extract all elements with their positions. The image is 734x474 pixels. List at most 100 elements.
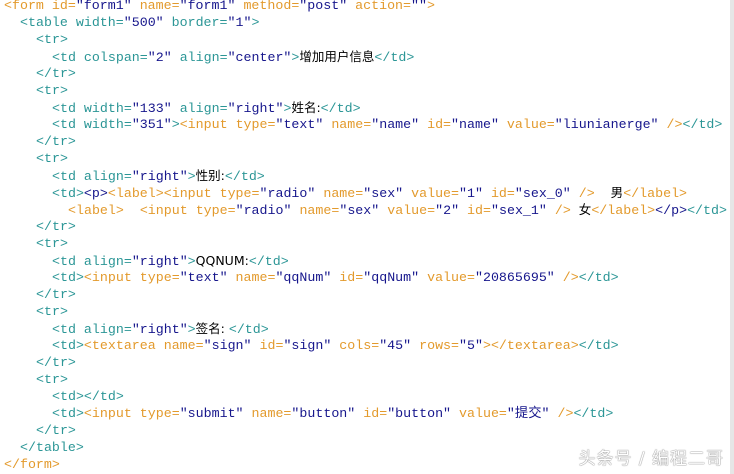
code-value: "5" — [459, 338, 483, 353]
code-attribute: name= — [235, 270, 276, 285]
code-attribute: <input — [163, 186, 220, 201]
code-value: "text" — [275, 117, 332, 132]
code-tag: > — [187, 169, 196, 184]
code-tag: width= — [83, 101, 132, 116]
code-line: <td width="351"><input type="text" name=… — [0, 116, 728, 133]
code-tag: </td> — [83, 389, 124, 404]
code-attribute: id= — [427, 117, 452, 132]
code-tag: <td> — [52, 186, 84, 201]
code-value: "500" — [123, 15, 172, 30]
code-attribute: id= — [339, 270, 364, 285]
code-line: <td align="right">签名: </td> — [0, 320, 728, 337]
vertical-scrollbar[interactable] — [730, 0, 734, 474]
code-tag: <td — [52, 254, 84, 269]
code-attribute: value= — [506, 117, 555, 132]
code-text: 女 — [578, 202, 592, 217]
code-line: <tr> — [0, 371, 728, 388]
code-form-tag: method= — [243, 0, 300, 13]
code-attribute: </textarea> — [490, 338, 579, 353]
code-tag: align= — [179, 101, 228, 116]
code-tag: <tr> — [36, 372, 68, 387]
code-attribute: type= — [139, 270, 180, 285]
code-value: "right" — [131, 322, 188, 337]
code-text: 姓名: — [291, 100, 321, 115]
code-tag: <td> — [52, 270, 84, 285]
code-tag: > — [251, 15, 260, 30]
code-value: "text" — [179, 270, 236, 285]
code-attribute: <label> — [68, 203, 140, 218]
code-attribute: > — [482, 338, 491, 353]
code-tag: </td> — [320, 101, 361, 116]
code-attribute: /> — [562, 270, 579, 285]
code-attribute: type= — [219, 186, 260, 201]
code-attribute: id= — [490, 186, 515, 201]
code-line: <td><input type="submit" name="button" i… — [0, 405, 728, 422]
code-line: <tr> — [0, 31, 728, 48]
code-value: "提交" — [506, 406, 558, 421]
code-line: </tr> — [0, 65, 728, 82]
code-tag: > — [187, 322, 196, 337]
code-attribute: /> — [666, 117, 683, 132]
code-attribute: /> — [557, 406, 574, 421]
code-attribute: type= — [195, 203, 236, 218]
code-value: "name" — [451, 117, 507, 132]
watermark: 头条号 / 编程二哥 — [578, 449, 724, 469]
code-value: "post" — [299, 0, 356, 13]
code-tag: align= — [179, 50, 228, 65]
code-text: 性别: — [195, 168, 225, 183]
code-value: "right" — [131, 254, 188, 269]
code-value: "name" — [371, 117, 428, 132]
code-tag: <tr> — [36, 236, 68, 251]
code-tag: > — [187, 254, 196, 269]
code-tag: <td — [52, 50, 84, 65]
code-line: </tr> — [0, 133, 728, 150]
code-line: <label> <input type="radio" name="sex" v… — [0, 201, 728, 218]
code-attribute: <input — [139, 203, 196, 218]
code-value: "351" — [131, 117, 172, 132]
code-value: "sign" — [283, 338, 340, 353]
code-value: "45" — [379, 338, 420, 353]
code-attribute: <input — [83, 406, 140, 421]
code-tag: </td> — [224, 169, 265, 184]
code-value: "qqNum" — [363, 270, 428, 285]
code-attribute: rows= — [419, 338, 460, 353]
code-line: <td width="133" align="right">姓名:</td> — [0, 99, 728, 116]
code-text: 增加用户信息 — [299, 49, 375, 64]
code-text: 男 — [610, 185, 624, 200]
code-value: "center" — [227, 50, 292, 65]
code-line: <td><input type="text" name="qqNum" id="… — [0, 269, 728, 286]
code-tag: <tr> — [36, 83, 68, 98]
code-line: <td colspan="2" align="center">增加用户信息</t… — [0, 48, 728, 65]
code-value: "sex" — [339, 203, 388, 218]
code-value: "sex_1" — [491, 203, 555, 218]
code-tag: <tr> — [36, 151, 68, 166]
code-tag: <td — [52, 169, 84, 184]
code-tag: </td> — [228, 322, 269, 337]
code-tag: > — [171, 117, 180, 132]
code-editor[interactable]: <form id="form1" name="form1" method="po… — [0, 0, 728, 473]
code-text: QQNUM: — [195, 253, 249, 268]
code-tag: align= — [83, 322, 132, 337]
code-attribute: type= — [235, 117, 276, 132]
code-line: <td><p><label><input type="radio" name="… — [0, 184, 728, 201]
code-tag: </td> — [578, 270, 619, 285]
code-value: "sex_0" — [514, 186, 579, 201]
code-value: "right" — [227, 101, 284, 116]
code-attribute: value= — [411, 186, 460, 201]
code-text: 签名: — [195, 321, 229, 336]
code-line: <tr> — [0, 303, 728, 320]
code-line: <tr> — [0, 150, 728, 167]
code-tag: align= — [83, 254, 132, 269]
code-value: "button" — [291, 406, 364, 421]
code-form-tag: name= — [139, 0, 180, 13]
code-attribute: name= — [163, 338, 204, 353]
code-value: "right" — [131, 169, 188, 184]
code-attribute: <textarea — [83, 338, 164, 353]
code-value: "1" — [459, 186, 491, 201]
code-attribute: <label> — [107, 186, 164, 201]
code-tag: <tr> — [36, 304, 68, 319]
code-attribute: value= — [387, 203, 436, 218]
code-tag: <td — [52, 322, 84, 337]
code-value: "20865695" — [474, 270, 563, 285]
code-form-tag: <form — [4, 0, 52, 13]
